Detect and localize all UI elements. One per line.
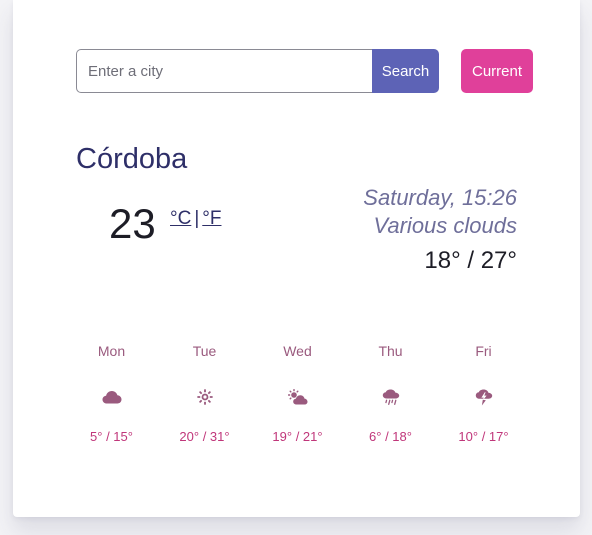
forecast-temperature: 19° / 21° (272, 429, 323, 444)
unit-toggle: °C | °F (170, 207, 221, 231)
forecast-day: Tue 20° / 31° (158, 342, 251, 446)
fahrenheit-link[interactable]: °F (202, 208, 221, 229)
forecast-day-name: Tue (192, 343, 217, 359)
forecast: Mon 5° / 15° Tue 20° / 31° Wed 19° / 21°… (65, 342, 530, 446)
forecast-day-name: Wed (283, 343, 312, 359)
cloud-icon (65, 386, 158, 408)
forecast-day: Thu 6° / 18° (344, 342, 437, 446)
min-max-temperature: 18° / 27° (424, 247, 517, 274)
forecast-day-name: Mon (97, 343, 126, 359)
sun-icon (158, 386, 251, 408)
search-button[interactable]: Search (372, 49, 439, 93)
forecast-day: Mon 5° / 15° (65, 342, 158, 446)
forecast-day: Fri 10° / 17° (437, 342, 530, 446)
rain-icon (344, 386, 437, 408)
unit-separator: | (194, 208, 200, 229)
city-search-input[interactable] (76, 49, 372, 93)
forecast-temperature: 5° / 15° (90, 429, 133, 444)
forecast-day-name: Fri (475, 343, 492, 359)
current-temperature: 23 (109, 200, 156, 247)
city-name: Córdoba (76, 143, 188, 175)
current-location-button[interactable]: Current (461, 49, 533, 93)
partly-cloudy-icon (251, 386, 344, 408)
weather-description: Various clouds (373, 213, 517, 238)
thunderstorm-icon (437, 386, 530, 408)
forecast-day: Wed 19° / 21° (251, 342, 344, 446)
search-form: Search Current (76, 49, 533, 93)
date-time: Saturday, 15:26 (363, 185, 517, 210)
weather-details: Saturday, 15:26 Various clouds 18° / 27° (363, 184, 517, 276)
celsius-link[interactable]: °C (170, 208, 191, 229)
forecast-temperature: 20° / 31° (179, 429, 230, 444)
forecast-temperature: 10° / 17° (458, 429, 509, 444)
weather-card: Search Current Córdoba 23 °C|°F Saturday… (13, 0, 580, 517)
forecast-temperature: 6° / 18° (369, 429, 412, 444)
forecast-day-name: Thu (378, 343, 403, 359)
